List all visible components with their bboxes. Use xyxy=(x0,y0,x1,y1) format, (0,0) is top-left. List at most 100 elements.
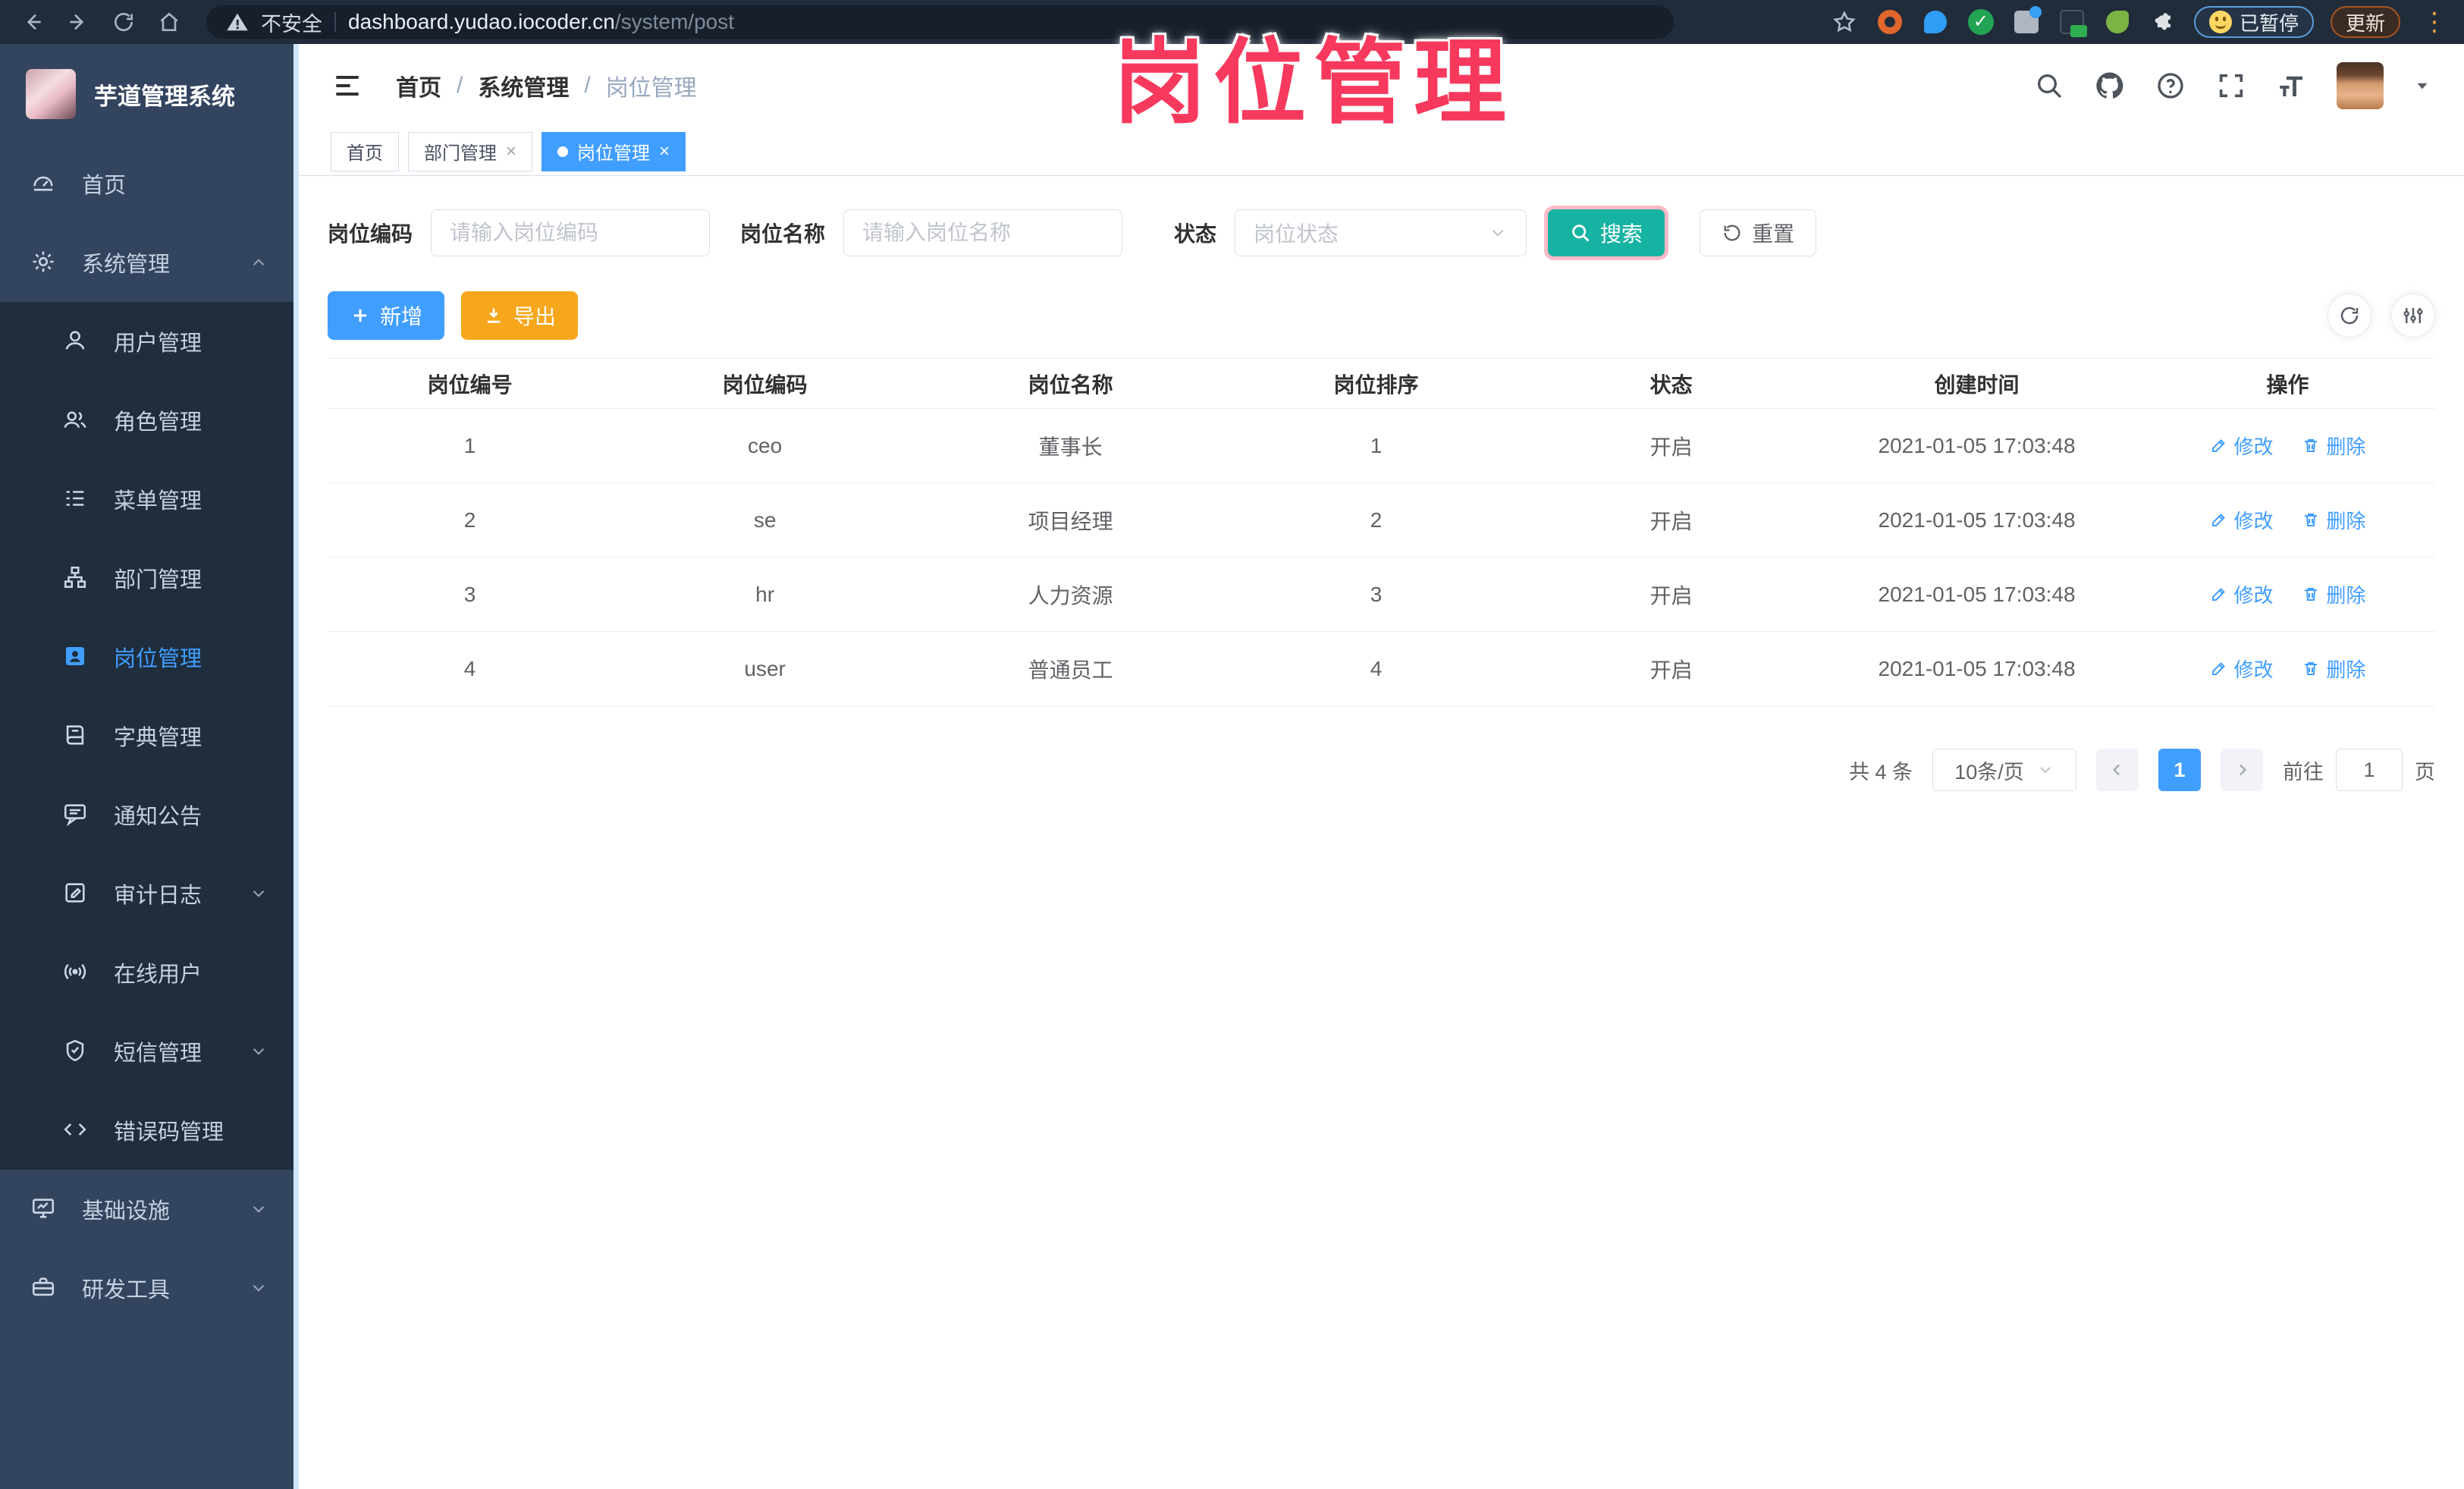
sidebar-item-posts[interactable]: 岗位管理 xyxy=(0,617,299,696)
tab-departments[interactable]: 部门管理 × xyxy=(408,131,533,171)
close-icon[interactable]: × xyxy=(659,142,670,161)
extension-dark-badge-icon[interactable] xyxy=(2058,8,2087,37)
github-icon[interactable] xyxy=(2094,70,2126,102)
status-value: 开启 xyxy=(1529,631,1814,706)
sidebar-scrollbar[interactable] xyxy=(293,44,299,1489)
browser-reload-button[interactable] xyxy=(103,5,144,39)
page-url: dashboard.yudao.iocoder.cn/system/post xyxy=(348,10,734,34)
status-select[interactable]: 岗位状态 xyxy=(1235,209,1527,256)
extension-blue-drop-icon[interactable] xyxy=(1921,8,1950,36)
extension-green-sprout-icon[interactable] xyxy=(2103,8,2132,36)
delete-link[interactable]: 删除 xyxy=(2302,432,2365,460)
sidebar-item-notices[interactable]: 通知公告 xyxy=(0,775,299,854)
table-row: 3 hr 人力资源 3 开启 2021-01-05 17:03:48 修改 删除 xyxy=(328,557,2435,632)
sidebar-item-infrastructure[interactable]: 基础设施 xyxy=(0,1170,299,1249)
goto-label: 前往 xyxy=(2283,760,2324,784)
user-icon xyxy=(62,328,89,355)
edit-link[interactable]: 修改 xyxy=(2210,655,2274,683)
warning-icon xyxy=(226,11,249,33)
breadcrumb-system[interactable]: 系统管理 xyxy=(478,69,569,102)
search-icon[interactable] xyxy=(2033,70,2065,102)
table-toolbar: 新增 导出 xyxy=(328,291,2435,340)
column-settings-button[interactable] xyxy=(2391,294,2435,338)
col-post-sort: 岗位排序 xyxy=(1223,358,1530,409)
security-label[interactable]: 不安全 xyxy=(261,8,322,37)
prev-page-button[interactable] xyxy=(2096,749,2139,791)
chevron-down-icon xyxy=(249,884,268,903)
browser-forward-button[interactable] xyxy=(58,5,99,39)
font-size-icon[interactable] xyxy=(2276,70,2308,102)
sidebar-item-menus[interactable]: 菜单管理 xyxy=(0,460,299,539)
url-host: dashboard.yudao.iocoder.cn xyxy=(348,10,615,33)
total-count: 共 4 条 xyxy=(1848,760,1913,784)
user-avatar[interactable] xyxy=(2337,62,2384,109)
export-button[interactable]: 导出 xyxy=(461,291,579,340)
close-icon[interactable]: × xyxy=(506,142,516,161)
sidebar-item-system[interactable]: 系统管理 xyxy=(0,223,299,302)
role-icon xyxy=(62,407,89,434)
page-number-button[interactable]: 1 xyxy=(2158,749,2201,791)
extension-orange-ring-icon[interactable] xyxy=(1875,8,1904,36)
sidebar: 芋道管理系统 首页 系统管理 用户管理 角色管理 菜单管理 部门管理 岗位管理 … xyxy=(0,44,299,1489)
tab-home[interactable]: 首页 xyxy=(331,131,399,171)
page-size-select[interactable]: 10条/页 xyxy=(1932,749,2076,791)
sidebar-item-roles[interactable]: 角色管理 xyxy=(0,381,299,460)
sidebar-item-dictionary[interactable]: 字典管理 xyxy=(0,696,299,775)
help-icon[interactable] xyxy=(2155,70,2186,102)
chevron-down-icon xyxy=(1488,223,1508,243)
refresh-button[interactable] xyxy=(2327,294,2371,338)
breadcrumb-home[interactable]: 首页 xyxy=(396,69,441,102)
profile-paused-badge[interactable]: 已暂停 xyxy=(2193,6,2314,38)
sidebar-item-home[interactable]: 首页 xyxy=(0,144,299,223)
extensions-puzzle-icon[interactable] xyxy=(2149,8,2177,36)
sidebar-item-dev-tools[interactable]: 研发工具 xyxy=(0,1249,299,1327)
next-page-button[interactable] xyxy=(2221,749,2263,791)
add-button[interactable]: 新增 xyxy=(328,291,445,340)
status-label: 状态 xyxy=(1174,222,1217,246)
reset-button[interactable]: 重置 xyxy=(1700,209,1817,256)
sidebar-item-sms[interactable]: 短信管理 xyxy=(0,1012,299,1091)
filter-form: 岗位编码 岗位名称 状态 岗位状态 搜索 xyxy=(328,209,2435,256)
extension-tab-blue-dot-icon[interactable] xyxy=(2012,6,2042,36)
post-code-input[interactable] xyxy=(431,209,711,256)
extension-green-check-icon[interactable]: ✓ xyxy=(1966,8,1995,36)
col-created: 创建时间 xyxy=(1813,358,2140,409)
sidebar-item-users[interactable]: 用户管理 xyxy=(0,302,299,381)
delete-link[interactable]: 删除 xyxy=(2302,655,2365,683)
online-users-icon xyxy=(62,959,89,986)
col-status: 状态 xyxy=(1529,358,1814,409)
edit-link[interactable]: 修改 xyxy=(2210,432,2274,460)
bookmark-star-icon[interactable] xyxy=(1830,8,1859,36)
table-row: 4 user 普通员工 4 开启 2021-01-05 17:03:48 修改 … xyxy=(328,631,2435,706)
edit-link[interactable]: 修改 xyxy=(2210,580,2274,608)
browser-update-button[interactable]: 更新 xyxy=(2330,6,2400,38)
sms-shield-icon xyxy=(62,1038,89,1065)
post-badge-icon xyxy=(62,643,89,671)
browser-home-button[interactable] xyxy=(149,5,190,39)
hamburger-icon[interactable] xyxy=(331,69,364,102)
search-button[interactable]: 搜索 xyxy=(1548,209,1665,256)
paused-label: 已暂停 xyxy=(2239,11,2299,35)
omnibox-divider xyxy=(334,12,336,32)
delete-link[interactable]: 删除 xyxy=(2302,506,2365,534)
pagination: 共 4 条 10条/页 1 前往 页 xyxy=(328,749,2435,791)
notice-icon xyxy=(62,801,89,828)
browser-back-button[interactable] xyxy=(12,5,53,39)
app-logo-row[interactable]: 芋道管理系统 xyxy=(0,44,299,144)
error-code-icon xyxy=(62,1117,89,1144)
delete-link[interactable]: 删除 xyxy=(2302,580,2365,608)
active-tab-dot xyxy=(557,146,569,157)
fullscreen-icon[interactable] xyxy=(2215,70,2247,102)
browser-menu-kebab-icon[interactable]: ⋮ xyxy=(2417,9,2452,35)
post-code-label: 岗位编码 xyxy=(328,222,413,246)
sidebar-item-departments[interactable]: 部门管理 xyxy=(0,539,299,617)
edit-link[interactable]: 修改 xyxy=(2210,506,2274,534)
sidebar-item-audit-log[interactable]: 审计日志 xyxy=(0,854,299,933)
tab-posts[interactable]: 岗位管理 × xyxy=(541,131,686,171)
caret-down-icon[interactable] xyxy=(2412,76,2432,96)
sidebar-item-online-users[interactable]: 在线用户 xyxy=(0,933,299,1012)
status-value: 开启 xyxy=(1529,557,1814,632)
goto-page-input[interactable] xyxy=(2336,749,2403,791)
sidebar-item-error-codes[interactable]: 错误码管理 xyxy=(0,1091,299,1170)
post-name-input[interactable] xyxy=(843,209,1123,256)
